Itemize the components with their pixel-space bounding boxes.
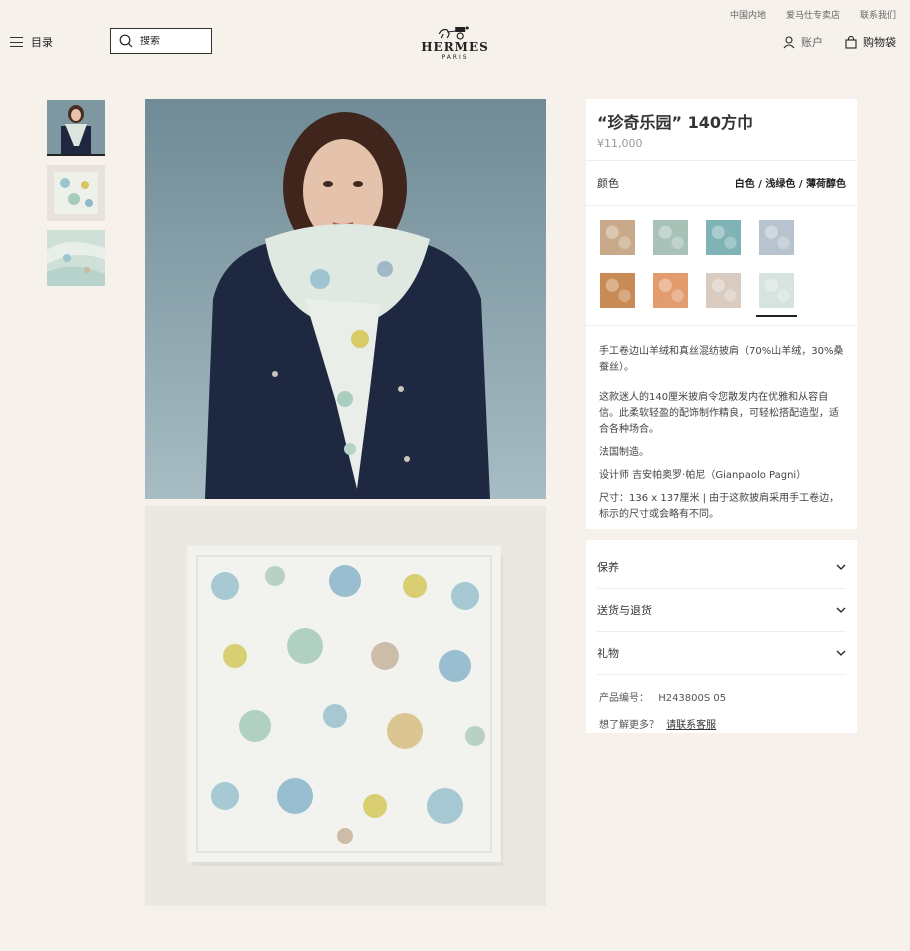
description-material: 手工卷边山羊绒和真丝混纺披肩（70%山羊绒，30%桑蚕丝）。 xyxy=(599,346,844,373)
color-swatch-selected[interactable] xyxy=(756,270,797,317)
description-origin: 法国制造。 xyxy=(599,447,649,458)
menu-label: 目录 xyxy=(31,36,53,49)
thumbnail-flat-scarf[interactable] xyxy=(47,165,105,221)
product-code: H243800S 05 xyxy=(658,693,727,704)
search-input[interactable] xyxy=(140,35,200,47)
search-box[interactable] xyxy=(110,28,212,54)
shopping-bag-icon xyxy=(845,35,857,49)
utility-link-region[interactable]: 中国内地 xyxy=(730,8,766,21)
thumbnail-detail[interactable] xyxy=(47,230,105,286)
product-image-model[interactable] xyxy=(145,99,546,499)
thumbnail-model[interactable] xyxy=(47,100,105,156)
color-swatch[interactable] xyxy=(703,217,744,258)
accordion-delivery-returns[interactable]: 送货与退货 xyxy=(597,589,846,632)
product-code-label: 产品编号： xyxy=(599,693,649,704)
brand-name: HERMES xyxy=(421,40,489,54)
product-details-panel: 保养 送货与退货 礼物 产品编号： H243800S 05 想了解更多？ 请联系… xyxy=(586,540,857,733)
brand-city: PARIS xyxy=(441,54,469,61)
chevron-down-icon xyxy=(836,607,846,613)
chevron-down-icon xyxy=(836,650,846,656)
color-swatches xyxy=(586,206,857,317)
menu-button[interactable]: 目录 xyxy=(10,34,53,50)
header-actions: 账户 购物袋 xyxy=(783,34,896,50)
cart-button[interactable]: 购物袋 xyxy=(845,34,896,50)
description-size: 尺寸：136 x 137厘米 | 由于这款披肩采用手工卷边，标示的尺寸或会略有不… xyxy=(599,493,840,520)
color-swatch[interactable] xyxy=(650,270,691,311)
account-button[interactable]: 账户 xyxy=(783,34,823,50)
thumbnail-list xyxy=(47,100,105,295)
search-icon xyxy=(119,34,133,48)
chevron-down-icon xyxy=(836,564,846,570)
product-title: “珍奇乐园” 140方巾 xyxy=(597,113,754,132)
carriage-logo-icon xyxy=(438,26,469,40)
product-code-row: 产品编号： H243800S 05 xyxy=(599,689,844,704)
contact-service-link[interactable]: 请联系客服 xyxy=(666,720,716,731)
product-meta: 产品编号： H243800S 05 想了解更多？ 请联系客服 xyxy=(586,675,857,731)
product-description: 手工卷边山羊绒和真丝混纺披肩（70%山羊绒，30%桑蚕丝）。 这款迷人的140厘… xyxy=(586,326,857,523)
color-swatch[interactable] xyxy=(650,217,691,258)
product-price: ¥11,000 xyxy=(597,137,643,150)
utility-link-stores[interactable]: 爱马仕专卖店 xyxy=(786,8,840,21)
color-swatch[interactable] xyxy=(756,217,797,258)
color-label: 颜色 xyxy=(597,177,619,190)
description-designer: 设计师 吉安帕奥罗·帕尼（Gianpaolo Pagni） xyxy=(599,470,807,481)
accordion-care[interactable]: 保养 xyxy=(597,546,846,589)
accordion-delivery-label: 送货与退货 xyxy=(597,604,652,617)
hamburger-icon xyxy=(10,37,23,47)
utility-bar: 中国内地 爱马仕专卖店 联系我们 xyxy=(730,8,896,21)
accordion-care-label: 保养 xyxy=(597,561,619,574)
description-intro: 这款迷人的140厘米披肩令您散发内在优雅和从容自信。此柔软轻盈的配饰制作精良，可… xyxy=(599,392,839,435)
product-image-flat[interactable] xyxy=(145,506,546,906)
accordion-gift[interactable]: 礼物 xyxy=(597,632,846,675)
accordion-gift-label: 礼物 xyxy=(597,647,619,660)
help-question: 想了解更多？ xyxy=(599,720,659,731)
utility-link-contact[interactable]: 联系我们 xyxy=(860,8,896,21)
color-row: 颜色 白色 / 浅绿色 / 薄荷醇色 xyxy=(586,161,857,205)
brand-logo[interactable]: HERMES PARIS xyxy=(421,24,489,61)
color-swatch[interactable] xyxy=(597,217,638,258)
site-header: 目录 HERMES PARIS 账户 xyxy=(0,24,910,64)
color-swatch[interactable] xyxy=(703,270,744,311)
account-label: 账户 xyxy=(801,36,823,49)
help-row: 想了解更多？ 请联系客服 xyxy=(599,716,844,731)
selected-color-name: 白色 / 浅绿色 / 薄荷醇色 xyxy=(734,179,846,190)
cart-label: 购物袋 xyxy=(863,36,896,49)
product-info-panel: “珍奇乐园” 140方巾 ¥11,000 颜色 白色 / 浅绿色 / 薄荷醇色 … xyxy=(586,99,857,529)
color-swatch[interactable] xyxy=(597,270,638,311)
user-icon xyxy=(783,35,795,48)
